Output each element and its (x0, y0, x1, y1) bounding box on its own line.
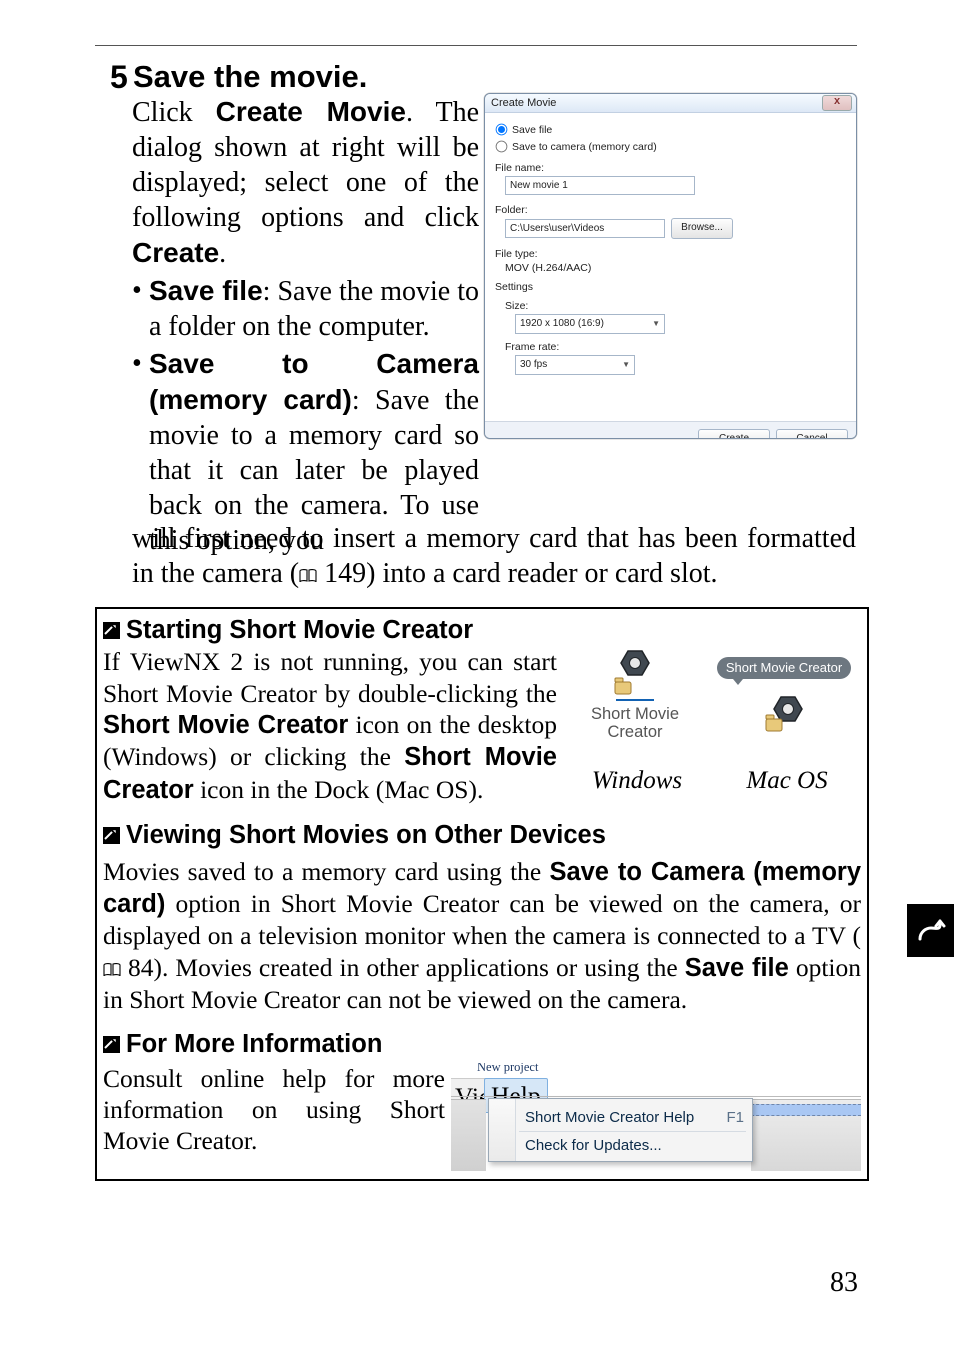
info-paragraph-1: If ViewNX 2 is not running, you can star… (103, 646, 557, 806)
menu-item-help[interactable]: Short Movie Creator Help F1 (525, 1105, 744, 1131)
info-paragraph-3: Consult online help for more information… (103, 1063, 445, 1171)
divider (451, 1096, 861, 1097)
hm-new-project-text: New project (477, 1063, 538, 1075)
radio-label: Save file (512, 124, 552, 136)
size-dropdown[interactable]: 1920 x 1080 (16:9) ▼ (515, 314, 665, 334)
dialog-titlebar: Create Movie x (485, 94, 856, 113)
frame-rate-label: Frame rate: (505, 341, 846, 353)
text: Click (132, 97, 216, 128)
radio-save-file-row: Save file (495, 123, 846, 136)
frame-rate-value: 30 fps (520, 356, 547, 374)
settings-label: Settings (495, 281, 846, 293)
text: . (219, 238, 226, 269)
toolbar-selection (751, 1104, 861, 1116)
os-label-mac: Mac OS (727, 766, 847, 797)
step-number: 5 (110, 59, 128, 96)
text: If ViewNX 2 is not running, you can star… (103, 647, 557, 707)
mac-icon-block: Short Movie Creator (709, 648, 859, 738)
step-body-continued: will first need to insert a memory card … (132, 521, 856, 591)
frame-rate-dropdown[interactable]: 30 fps ▼ (515, 355, 635, 375)
help-dropdown-menu: Short Movie Creator Help F1 Check for Up… (488, 1098, 753, 1162)
icons-area: Short Movie Creator Short Movie Creator (565, 646, 861, 796)
page-ref: 84 (128, 953, 154, 982)
menu-gutter (489, 1099, 516, 1161)
help-menu-screenshot: New project View Help Short Movie Creato… (451, 1063, 861, 1171)
dialog-title: Create Movie (491, 97, 556, 109)
info-heading-3: For More Information (103, 1029, 861, 1060)
text-bold: Create Movie (216, 96, 406, 127)
note-icon (103, 622, 120, 639)
bullet-heading: Save file (149, 275, 263, 306)
chevron-down-icon: ▼ (622, 356, 630, 374)
bullet-item: Save file: Save the movie to a folder on… (132, 273, 479, 344)
size-label: Size: (505, 300, 846, 312)
file-name-input[interactable]: New movie 1 (505, 176, 695, 195)
menu-item-updates[interactable]: Check for Updates... (525, 1133, 744, 1159)
file-name-label: File name: (495, 162, 846, 174)
page-number: 83 (830, 1267, 858, 1299)
file-type-label: File type: (495, 248, 846, 260)
connection-icon (916, 916, 946, 946)
heading-text: For More Information (126, 1029, 382, 1060)
manual-icon (299, 557, 317, 571)
windows-icon-block: Short Movie Creator (575, 648, 695, 741)
folder-row: C:\Users\user\Videos Browse... (495, 218, 846, 239)
browse-button[interactable]: Browse... (671, 218, 733, 239)
chevron-down-icon: ▼ (652, 315, 660, 333)
radio-save-file[interactable] (496, 124, 508, 136)
separator (519, 1131, 746, 1132)
text: Movies saved to a memory card using the (103, 857, 549, 886)
text: option in Short Movie Creator can be vie… (103, 889, 861, 950)
text-bold: Save file (685, 954, 789, 982)
menu-item-shortcut: F1 (726, 1105, 744, 1131)
bullet-list: Save file: Save the movie to a folder on… (132, 273, 479, 560)
step-body: Click Create Movie. The dialog shown at … (132, 94, 479, 271)
info-paragraph-2: Movies saved to a memory card using the … (103, 856, 861, 1016)
manual-icon (103, 953, 121, 967)
radio-save-camera-row: Save to camera (memory card) (495, 140, 846, 153)
radio-label: Save to camera (memory card) (512, 141, 657, 153)
short-movie-creator-icon (575, 648, 695, 704)
menu-item-label: Check for Updates... (525, 1133, 662, 1159)
toolbar-bg (451, 1099, 486, 1171)
close-icon[interactable]: x (822, 95, 852, 111)
dialog-body: Save file Save to camera (memory card) F… (485, 113, 856, 421)
dialog-footer: Create Cancel (485, 421, 856, 439)
text: ). Movies created in other applications … (154, 953, 685, 982)
create-button[interactable]: Create (698, 429, 770, 440)
step-heading: Save the movie. (133, 59, 367, 95)
os-label-windows: Windows (567, 766, 707, 797)
heading-text: Starting Short Movie Creator (126, 615, 473, 646)
menu-item-label: Short Movie Creator Help (525, 1105, 694, 1131)
top-rule (95, 45, 857, 46)
text: ) into a card reader or card slot. (366, 558, 717, 589)
info-heading-1: Starting Short Movie Creator (103, 615, 861, 646)
note-icon (103, 827, 120, 844)
radio-save-camera[interactable] (496, 141, 508, 153)
text-bold: Short Movie Creator (103, 711, 348, 739)
note-icon (103, 1036, 120, 1053)
mac-tooltip-bubble: Short Movie Creator (717, 657, 851, 679)
windows-icon-caption: Short Movie Creator (575, 706, 695, 741)
page-ref: 149 (324, 558, 366, 589)
create-movie-dialog: Create Movie x Save file Save to camera … (484, 93, 857, 439)
cancel-button[interactable]: Cancel (776, 429, 848, 440)
folder-label: Folder: (495, 204, 846, 216)
file-type-value: MOV (H.264/AAC) (505, 262, 846, 274)
heading-text: Viewing Short Movies on Other Devices (126, 820, 606, 851)
short-movie-creator-icon (709, 691, 859, 739)
info-heading-2: Viewing Short Movies on Other Devices (103, 820, 861, 851)
size-value: 1920 x 1080 (16:9) (520, 315, 604, 333)
text-bold: Create (132, 237, 219, 268)
info-box: Starting Short Movie Creator If ViewNX 2… (95, 607, 869, 1181)
text: icon in the Dock (Mac OS). (194, 775, 484, 804)
section-tab (907, 904, 954, 957)
folder-input[interactable]: C:\Users\user\Videos (505, 219, 665, 238)
settings-section: Settings Size: 1920 x 1080 (16:9) ▼ Fram… (495, 281, 846, 375)
